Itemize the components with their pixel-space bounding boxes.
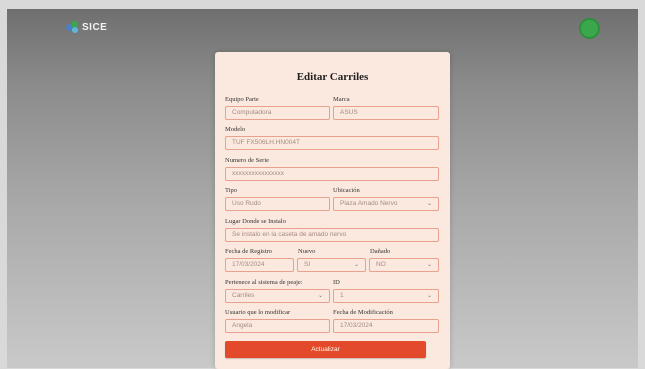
modelo-label: Modelo bbox=[225, 126, 246, 133]
user-avatar[interactable] bbox=[579, 18, 600, 39]
ubicacion-value: Plaza Amado Nervo bbox=[340, 200, 398, 207]
equipo-input[interactable]: Computadora bbox=[225, 106, 330, 120]
danado-label: Dañado bbox=[370, 248, 391, 255]
sistema-select[interactable]: Carriles ⌄ bbox=[225, 289, 330, 303]
nuevo-label: Nuevo bbox=[298, 248, 316, 255]
danado-value: NO bbox=[376, 261, 386, 268]
logo-icon bbox=[66, 20, 80, 34]
nuevo-value: SI bbox=[304, 261, 311, 268]
danado-select[interactable]: NO ⌄ bbox=[369, 258, 439, 272]
usuario-input[interactable]: Angela bbox=[225, 319, 330, 333]
marca-input[interactable]: ASUS bbox=[333, 106, 439, 120]
ubicacion-label: Ubicación bbox=[333, 187, 360, 194]
chevron-down-icon: ⌄ bbox=[317, 293, 323, 299]
logo-text: SICE bbox=[82, 21, 108, 33]
brand-logo[interactable]: SICE bbox=[66, 20, 107, 34]
lugar-label: Lugar Donde se Instalo bbox=[225, 218, 286, 225]
chevron-down-icon: ⌄ bbox=[353, 262, 359, 268]
fecha-mod-label: Fecha de Modificación bbox=[333, 309, 393, 316]
sistema-value: Carriles bbox=[232, 292, 255, 299]
usuario-label: Usuario que lo modificar bbox=[225, 309, 291, 316]
serie-input[interactable]: xxxxxxxxxxxxxxxx bbox=[225, 167, 439, 181]
id-select[interactable]: 1 ⌄ bbox=[333, 289, 439, 303]
chevron-down-icon: ⌄ bbox=[426, 201, 432, 207]
fecha-mod-input[interactable]: 17/03/2024 bbox=[333, 319, 439, 333]
fecha-registro-label: Fecha de Registro bbox=[225, 248, 272, 255]
edit-form-card: Editar Carriles Equipo Parte Computadora… bbox=[215, 52, 450, 369]
nuevo-select[interactable]: SI ⌄ bbox=[297, 258, 366, 272]
tipo-label: Tipo bbox=[225, 187, 238, 194]
chevron-down-icon: ⌄ bbox=[426, 293, 432, 299]
equipo-label: Equipo Parte bbox=[225, 96, 259, 103]
id-value: 1 bbox=[340, 292, 344, 299]
update-button[interactable]: Actualizar bbox=[225, 341, 426, 358]
sistema-label: Pertenece al sistema de peaje: bbox=[225, 279, 303, 286]
ubicacion-select[interactable]: Plaza Amado Nervo ⌄ bbox=[333, 197, 439, 211]
marca-label: Marca bbox=[333, 96, 350, 103]
lugar-input[interactable]: Se instalo en la caseta de amado nervo bbox=[225, 228, 439, 242]
tipo-input[interactable]: Uso Rudo bbox=[225, 197, 330, 211]
modelo-input[interactable]: TUF FX506LH.HN004T bbox=[225, 136, 439, 150]
id-label: ID bbox=[333, 279, 340, 286]
serie-label: Numero de Serie bbox=[225, 157, 270, 164]
chevron-down-icon: ⌄ bbox=[426, 262, 432, 268]
fecha-registro-input[interactable]: 17/03/2024 bbox=[225, 258, 294, 272]
form-title: Editar Carriles bbox=[296, 71, 369, 83]
